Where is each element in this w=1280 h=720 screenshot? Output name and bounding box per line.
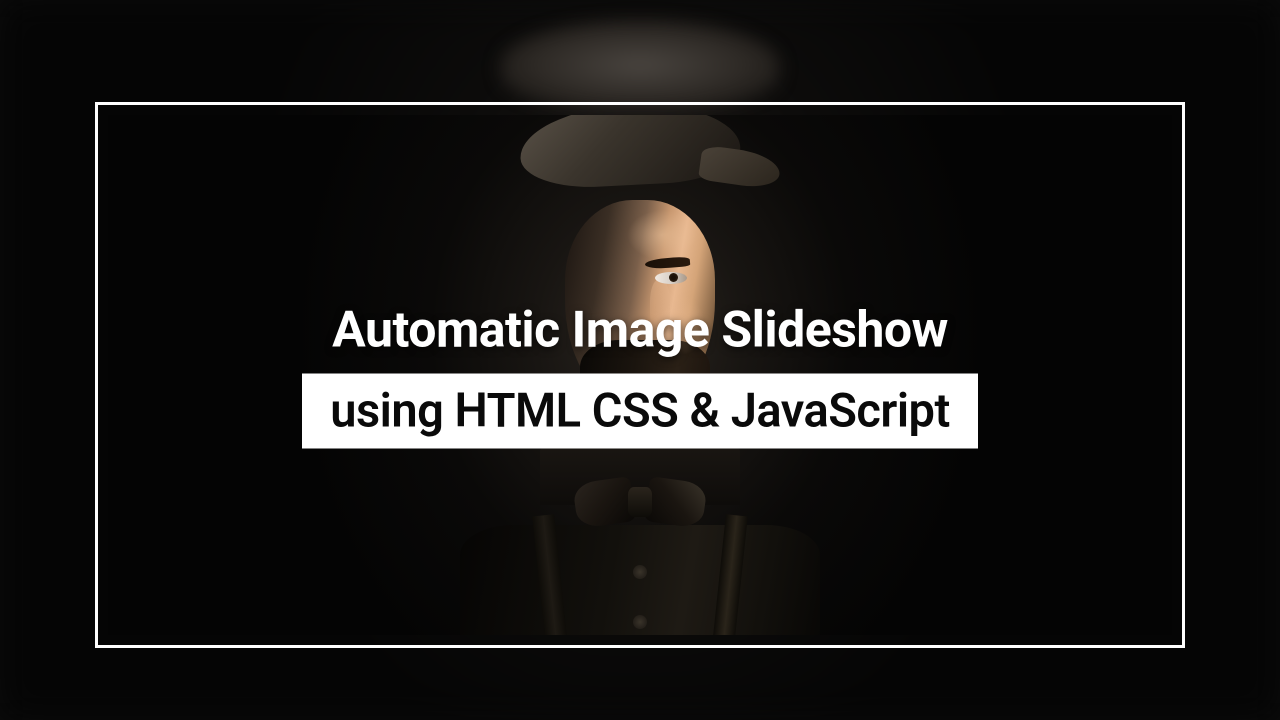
portrait-container: Automatic Image Slideshow using HTML CSS… [108,115,1172,635]
title-primary: Automatic Image Slideshow [108,302,1172,360]
title-overlay: Automatic Image Slideshow using HTML CSS… [108,302,1172,449]
hat-brim [698,145,782,191]
bowtie-knot [628,487,652,517]
bowtie-wing-left [572,476,636,529]
portrait-shirt-button [633,615,647,629]
portrait-bowtie [575,475,705,530]
image-frame: Automatic Image Slideshow using HTML CSS… [95,102,1185,648]
portrait-shirt-button [633,565,647,579]
title-secondary: using HTML CSS & JavaScript [302,374,978,449]
face-eye [655,272,687,284]
bowtie-wing-right [644,476,708,529]
portrait-hat [500,115,780,215]
background-hat-silhouette [500,20,780,110]
face-forehead-highlight [627,210,697,260]
